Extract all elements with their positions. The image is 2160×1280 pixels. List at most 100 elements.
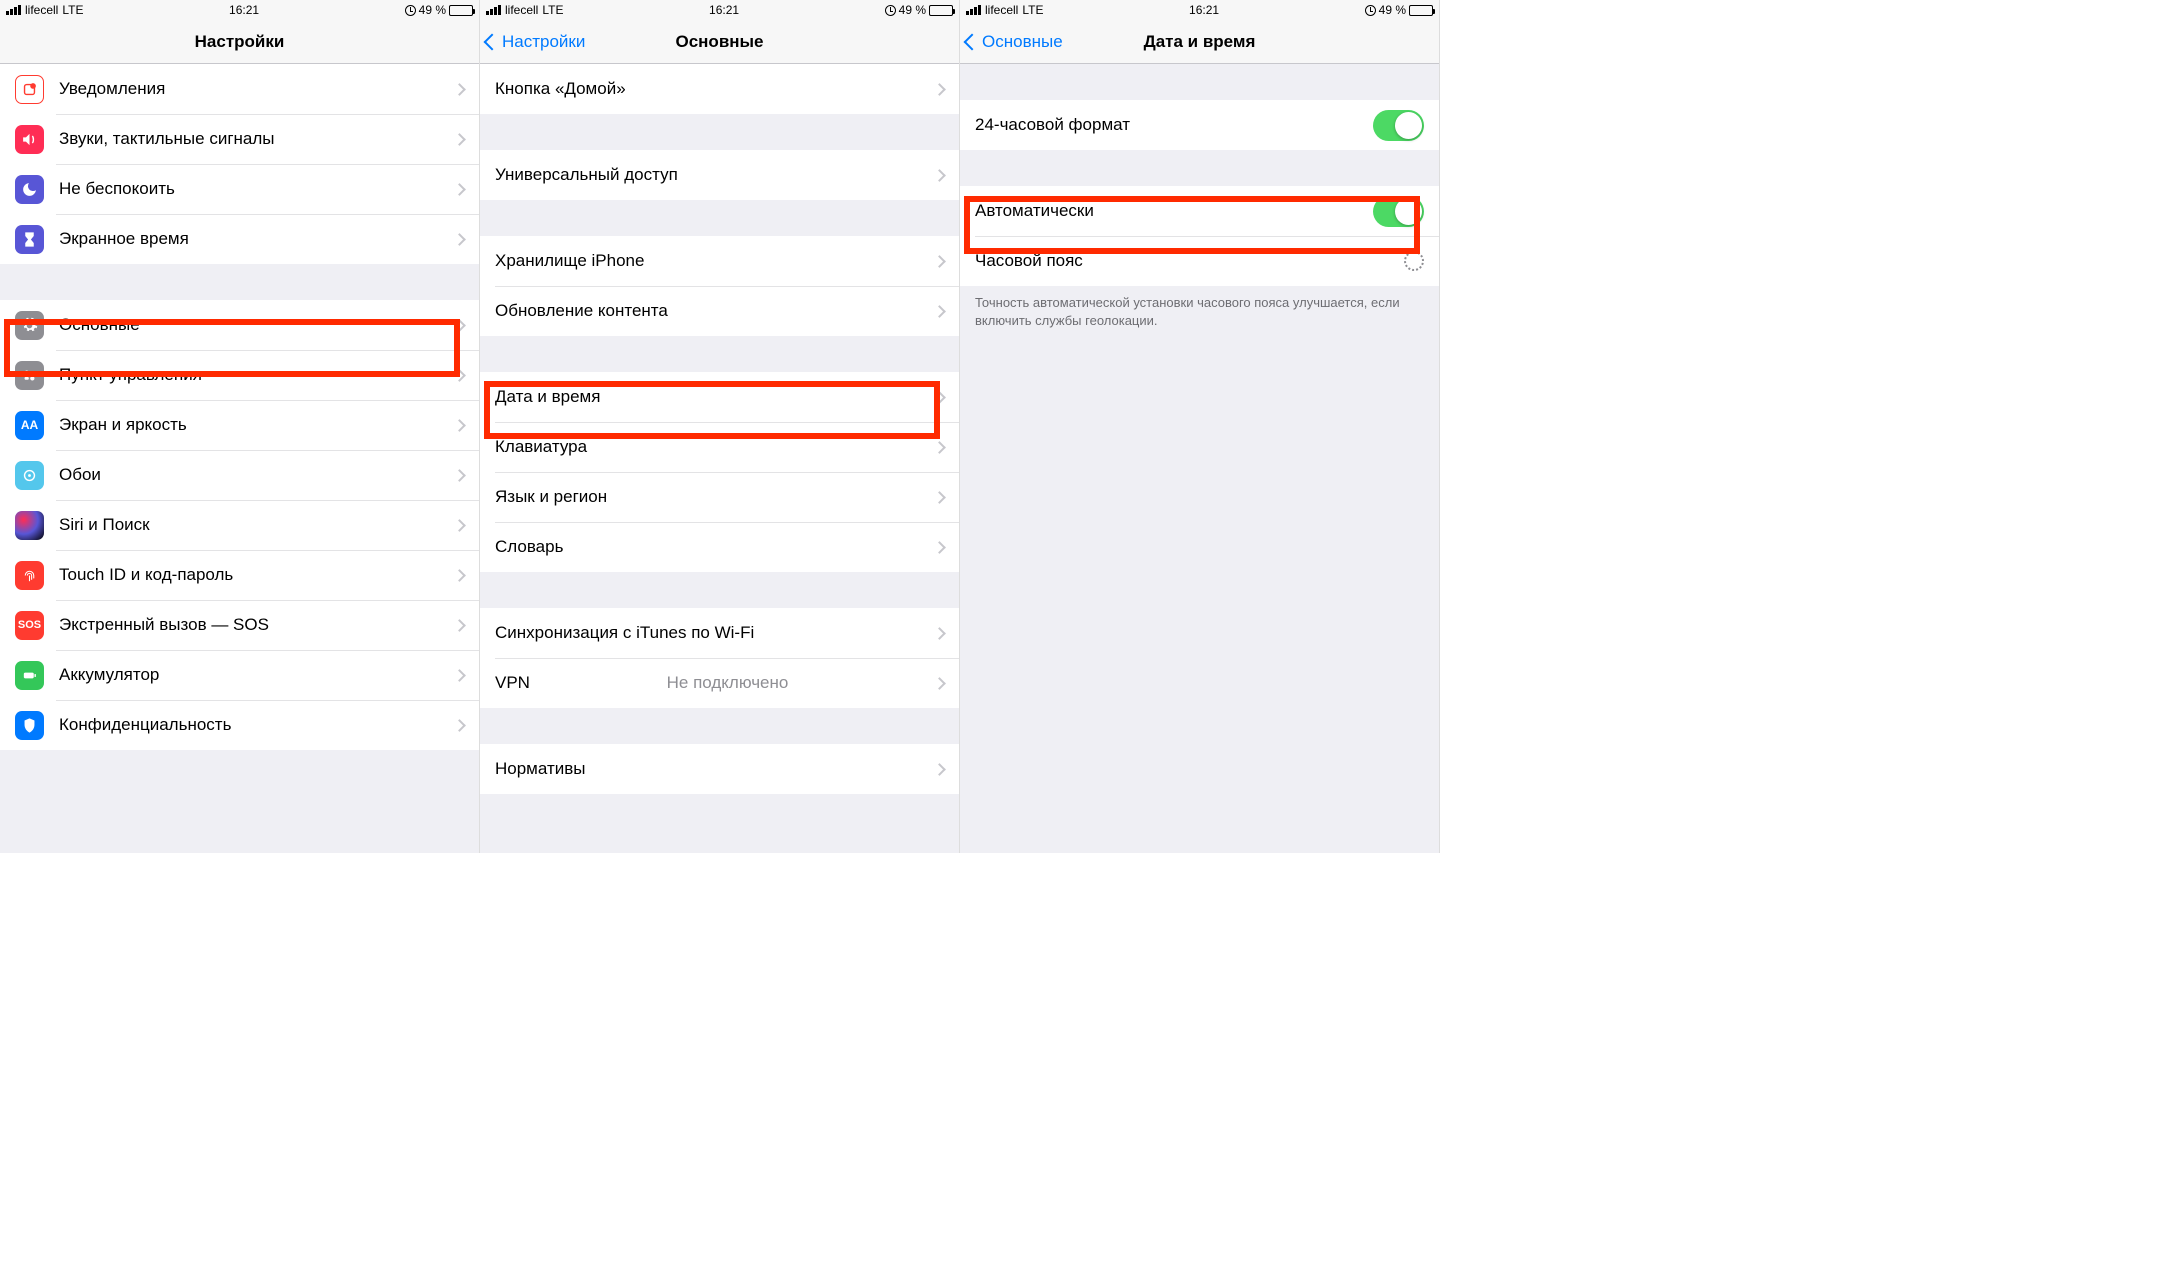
sounds-icon <box>15 125 44 154</box>
network-label: LTE <box>1022 3 1043 17</box>
screen-date-time: lifecell LTE 16:21 49 % Основные Дата и … <box>960 0 1440 853</box>
page-title: Настройки <box>195 32 285 52</box>
row-label: Siri и Поиск <box>59 515 150 535</box>
chevron-left-icon <box>964 33 981 50</box>
chevron-right-icon <box>453 519 466 532</box>
row-label: Часовой пояс <box>975 251 1083 271</box>
page-title: Дата и время <box>1144 32 1256 52</box>
chevron-right-icon <box>453 369 466 382</box>
signal-bars-icon <box>6 5 21 15</box>
chevron-right-icon <box>453 569 466 582</box>
row-label: Аккумулятор <box>59 665 159 685</box>
row-timezone[interactable]: Часовой пояс <box>960 236 1439 286</box>
row-keyboard[interactable]: Клавиатура <box>480 422 959 472</box>
page-title: Основные <box>675 32 763 52</box>
chevron-right-icon <box>933 255 946 268</box>
row-auto[interactable]: Автоматически <box>960 186 1439 236</box>
chevron-left-icon <box>484 33 501 50</box>
row-vpn[interactable]: VPN Не подключено <box>480 658 959 708</box>
control-center-icon <box>15 361 44 390</box>
status-bar: lifecell LTE 16:21 49 % <box>960 0 1439 20</box>
row-sos[interactable]: SOS Экстренный вызов — SOS <box>0 600 479 650</box>
row-label: Обои <box>59 465 101 485</box>
row-notifications[interactable]: Уведомления <box>0 64 479 114</box>
chevron-right-icon <box>453 83 466 96</box>
status-bar: lifecell LTE 16:21 49 % <box>0 0 479 20</box>
row-battery[interactable]: Аккумулятор <box>0 650 479 700</box>
row-dnd[interactable]: Не беспокоить <box>0 164 479 214</box>
network-label: LTE <box>62 3 83 17</box>
nav-bar: Настройки <box>0 20 479 64</box>
back-label: Основные <box>982 32 1063 52</box>
row-label: Пункт управления <box>59 365 202 385</box>
chevron-right-icon <box>933 491 946 504</box>
row-background-refresh[interactable]: Обновление контента <box>480 286 959 336</box>
row-dictionary[interactable]: Словарь <box>480 522 959 572</box>
status-bar: lifecell LTE 16:21 49 % <box>480 0 959 20</box>
clock-label: 16:21 <box>1189 3 1219 17</box>
row-label: Экран и яркость <box>59 415 187 435</box>
fingerprint-icon <box>15 561 44 590</box>
row-screentime[interactable]: Экранное время <box>0 214 479 264</box>
row-wallpaper[interactable]: Обои <box>0 450 479 500</box>
toggle-24h[interactable] <box>1373 110 1424 141</box>
row-label: Язык и регион <box>495 487 607 507</box>
notifications-icon <box>15 75 44 104</box>
row-label: Конфиденциальность <box>59 715 231 735</box>
row-storage[interactable]: Хранилище iPhone <box>480 236 959 286</box>
gear-icon <box>15 311 44 340</box>
row-language[interactable]: Язык и регион <box>480 472 959 522</box>
screen-settings-root: lifecell LTE 16:21 49 % Настройки Уведом… <box>0 0 480 853</box>
chevron-right-icon <box>453 619 466 632</box>
row-home-button[interactable]: Кнопка «Домой» <box>480 64 959 114</box>
chevron-right-icon <box>453 669 466 682</box>
row-label: Автоматически <box>975 201 1094 221</box>
nav-bar: Основные Дата и время <box>960 20 1439 64</box>
row-display[interactable]: AA Экран и яркость <box>0 400 479 450</box>
wallpaper-icon <box>15 461 44 490</box>
row-label: Звуки, тактильные сигналы <box>59 129 275 149</box>
privacy-icon <box>15 711 44 740</box>
carrier-label: lifecell <box>985 3 1018 17</box>
battery-icon <box>449 5 473 16</box>
row-label: Словарь <box>495 537 563 557</box>
row-privacy[interactable]: Конфиденциальность <box>0 700 479 750</box>
chevron-right-icon <box>453 133 466 146</box>
toggle-auto[interactable] <box>1373 196 1424 227</box>
row-general[interactable]: Основные <box>0 300 479 350</box>
sos-icon: SOS <box>15 611 44 640</box>
chevron-right-icon <box>933 677 946 690</box>
row-itunes-wifi[interactable]: Синхронизация с iTunes по Wi-Fi <box>480 608 959 658</box>
row-siri[interactable]: Siri и Поиск <box>0 500 479 550</box>
row-label: Touch ID и код-пароль <box>59 565 233 585</box>
battery-icon <box>1409 5 1433 16</box>
chevron-right-icon <box>933 441 946 454</box>
row-label: Дата и время <box>495 387 600 407</box>
row-label: Нормативы <box>495 759 586 779</box>
chevron-right-icon <box>453 319 466 332</box>
clock-label: 16:21 <box>709 3 739 17</box>
alarm-icon <box>405 5 416 16</box>
chevron-right-icon <box>933 763 946 776</box>
carrier-label: lifecell <box>505 3 538 17</box>
chevron-right-icon <box>933 169 946 182</box>
row-sounds[interactable]: Звуки, тактильные сигналы <box>0 114 479 164</box>
row-label: 24-часовой формат <box>975 115 1130 135</box>
row-24h-format[interactable]: 24-часовой формат <box>960 100 1439 150</box>
signal-bars-icon <box>486 5 501 15</box>
row-regulatory[interactable]: Нормативы <box>480 744 959 794</box>
chevron-right-icon <box>453 719 466 732</box>
chevron-right-icon <box>933 391 946 404</box>
row-accessibility[interactable]: Универсальный доступ <box>480 150 959 200</box>
row-label: Основные <box>59 315 140 335</box>
row-label: Экстренный вызов — SOS <box>59 615 269 635</box>
vpn-value: Не подключено <box>667 673 789 693</box>
row-label: Синхронизация с iTunes по Wi-Fi <box>495 623 754 643</box>
back-button[interactable]: Настройки <box>486 20 585 63</box>
row-touchid[interactable]: Touch ID и код-пароль <box>0 550 479 600</box>
timezone-note: Точность автоматической установки часово… <box>960 286 1439 337</box>
back-button[interactable]: Основные <box>966 20 1063 63</box>
row-control-center[interactable]: Пункт управления <box>0 350 479 400</box>
chevron-right-icon <box>933 83 946 96</box>
row-date-time[interactable]: Дата и время <box>480 372 959 422</box>
